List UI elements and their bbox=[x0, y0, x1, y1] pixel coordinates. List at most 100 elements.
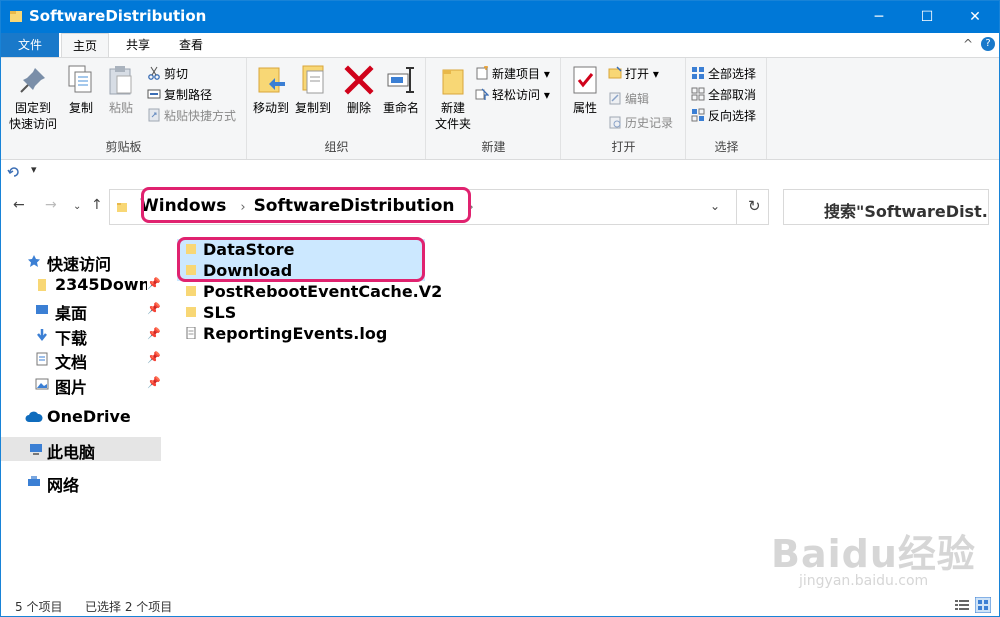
pin-quick-access-button[interactable]: 固定到 快速访问 bbox=[7, 64, 59, 132]
status-bar: 5 个项目 已选择 2 个项目 bbox=[1, 595, 999, 617]
copy-to-button[interactable]: 复制到 bbox=[292, 64, 334, 116]
selection-count: 已选择 2 个项目 bbox=[85, 600, 173, 614]
new-group: 新建 文件夹 新建项目 ▾ 轻松访问 ▾ 新建 bbox=[427, 58, 561, 159]
history-icon bbox=[608, 115, 622, 129]
customize-toolbar-icon[interactable]: ▾ bbox=[31, 163, 37, 176]
history-button[interactable]: 历史记录 bbox=[608, 113, 673, 133]
organize-group-label: 组织 bbox=[324, 140, 349, 154]
nav-label: 快速访问 bbox=[47, 255, 112, 273]
nav-item-desktop[interactable]: 桌面 📌 bbox=[1, 298, 161, 322]
address-highlight-annotation bbox=[141, 187, 471, 223]
edit-button[interactable]: 编辑 bbox=[608, 89, 649, 109]
close-button[interactable]: ✕ bbox=[951, 1, 999, 33]
delete-icon bbox=[343, 64, 375, 96]
open-button[interactable]: 打开 ▾ bbox=[608, 64, 659, 84]
pin-icon[interactable]: 📌 bbox=[147, 327, 161, 340]
title-bar[interactable]: SoftwareDistribution ─ ☐ ✕ bbox=[1, 1, 999, 33]
pin-icon[interactable]: 📌 bbox=[147, 376, 161, 389]
copy-to-icon bbox=[297, 64, 329, 96]
file-name: PostRebootEventCache.V2 bbox=[203, 282, 443, 301]
tab-view[interactable]: 查看 bbox=[165, 33, 217, 57]
copy-path-button[interactable]: 复制路径 bbox=[147, 85, 212, 105]
invert-selection-button[interactable]: 反向选择 bbox=[691, 106, 756, 126]
back-arrow-icon[interactable]: ← bbox=[13, 197, 25, 213]
properties-button[interactable]: 属性 bbox=[568, 64, 602, 116]
address-divider bbox=[736, 190, 737, 224]
nav-label: 网络 bbox=[47, 476, 80, 494]
nav-item-quick-access[interactable]: 快速访问 bbox=[1, 249, 161, 273]
copy-to-label: 复制到 bbox=[294, 101, 331, 115]
recent-locations-icon[interactable]: ⌄ bbox=[73, 201, 81, 212]
edit-icon bbox=[608, 91, 622, 105]
folder-icon bbox=[186, 286, 196, 296]
move-to-button[interactable]: 移动到 bbox=[250, 64, 292, 116]
easy-access-icon bbox=[475, 87, 490, 101]
tab-file[interactable]: 文件 bbox=[1, 33, 59, 57]
paste-button[interactable]: 粘贴 bbox=[103, 64, 139, 116]
search-input[interactable]: 搜索"SoftwareDist... bbox=[783, 189, 989, 225]
easy-access-button[interactable]: 轻松访问 ▾ bbox=[475, 85, 550, 105]
address-dropdown-icon[interactable]: ⌄ bbox=[710, 199, 720, 213]
open-group-label: 打开 bbox=[611, 140, 636, 154]
document-icon bbox=[36, 352, 48, 366]
paste-shortcut-button[interactable]: 粘贴快捷方式 bbox=[147, 106, 236, 126]
edit-label: 编辑 bbox=[625, 92, 650, 106]
rename-button[interactable]: 重命名 bbox=[380, 64, 422, 116]
cut-button[interactable]: 剪切 bbox=[147, 64, 188, 84]
select-all-button[interactable]: 全部选择 bbox=[691, 64, 756, 84]
help-icon[interactable]: ? bbox=[981, 37, 995, 51]
copy-path-icon bbox=[147, 87, 161, 101]
nav-item-network[interactable]: 网络 bbox=[1, 470, 161, 494]
pin-icon[interactable]: 📌 bbox=[147, 351, 161, 364]
refresh-icon[interactable]: ↻ bbox=[748, 197, 761, 215]
nav-item-this-pc[interactable]: 此电脑 bbox=[1, 437, 161, 461]
maximize-button[interactable]: ☐ bbox=[903, 1, 951, 33]
copy-icon bbox=[65, 64, 97, 96]
new-folder-label: 新建 文件夹 bbox=[434, 101, 471, 131]
tab-home[interactable]: 主页 bbox=[61, 33, 109, 58]
easy-access-label: 轻松访问 ▾ bbox=[492, 88, 550, 102]
nav-item-documents[interactable]: 文档 📌 bbox=[1, 347, 161, 371]
paste-icon bbox=[105, 64, 137, 96]
nav-item-downloads[interactable]: 下载 📌 bbox=[1, 323, 161, 347]
new-item-button[interactable]: 新建项目 ▾ bbox=[475, 64, 550, 84]
minimize-button[interactable]: ─ bbox=[855, 1, 903, 33]
watermark-logo: Baidu经验 bbox=[771, 532, 976, 576]
nav-item-pictures[interactable]: 图片 📌 bbox=[1, 372, 161, 396]
ribbon: 固定到 快速访问 复制 粘贴 剪切 复制路径 粘贴快捷方式 剪贴板 移动到 复制… bbox=[1, 57, 999, 160]
nav-item-onedrive[interactable]: OneDrive bbox=[1, 405, 161, 429]
collapse-ribbon-icon[interactable]: ^ bbox=[963, 37, 973, 51]
file-name: SLS bbox=[203, 303, 237, 322]
delete-button[interactable]: 删除 bbox=[342, 64, 376, 116]
watermark-url: jingyan.baidu.com bbox=[799, 573, 929, 589]
rename-icon bbox=[385, 64, 417, 96]
up-arrow-icon[interactable]: ↑ bbox=[91, 197, 103, 213]
invert-selection-icon bbox=[691, 108, 705, 122]
network-icon bbox=[28, 476, 40, 486]
nav-label: 桌面 bbox=[55, 304, 88, 322]
ribbon-tabs: 文件 主页 共享 查看 ^ ? bbox=[1, 33, 999, 58]
details-view-icon[interactable] bbox=[955, 599, 969, 611]
select-none-button[interactable]: 全部取消 bbox=[691, 85, 756, 105]
new-item-icon bbox=[475, 66, 489, 80]
select-all-label: 全部选择 bbox=[708, 67, 757, 81]
nav-label: 2345Downl bbox=[55, 275, 147, 294]
text-file-icon bbox=[186, 327, 196, 339]
undo-icon[interactable] bbox=[7, 165, 21, 179]
explorer-window: SoftwareDistribution ─ ☐ ✕ 文件 主页 共享 查看 ^… bbox=[0, 0, 1000, 617]
large-icons-view-icon[interactable] bbox=[975, 597, 991, 613]
forward-arrow-icon[interactable]: → bbox=[45, 197, 57, 213]
new-folder-button[interactable]: 新建 文件夹 bbox=[431, 64, 475, 132]
organize-group: 移动到 复制到 删除 重命名 组织 bbox=[248, 58, 426, 159]
pin-label: 固定到 快速访问 bbox=[8, 101, 57, 131]
folder-icon bbox=[186, 307, 196, 317]
nav-item-2345downloads[interactable]: 2345Downl 📌 bbox=[1, 273, 161, 297]
cut-label: 剪切 bbox=[164, 67, 189, 81]
cloud-icon bbox=[25, 411, 43, 422]
star-icon bbox=[28, 255, 40, 267]
pin-icon[interactable]: 📌 bbox=[147, 302, 161, 315]
nav-label: 文档 bbox=[55, 353, 88, 371]
pin-icon[interactable]: 📌 bbox=[147, 277, 161, 290]
tab-share[interactable]: 共享 bbox=[113, 33, 163, 57]
copy-button[interactable]: 复制 bbox=[63, 64, 99, 116]
